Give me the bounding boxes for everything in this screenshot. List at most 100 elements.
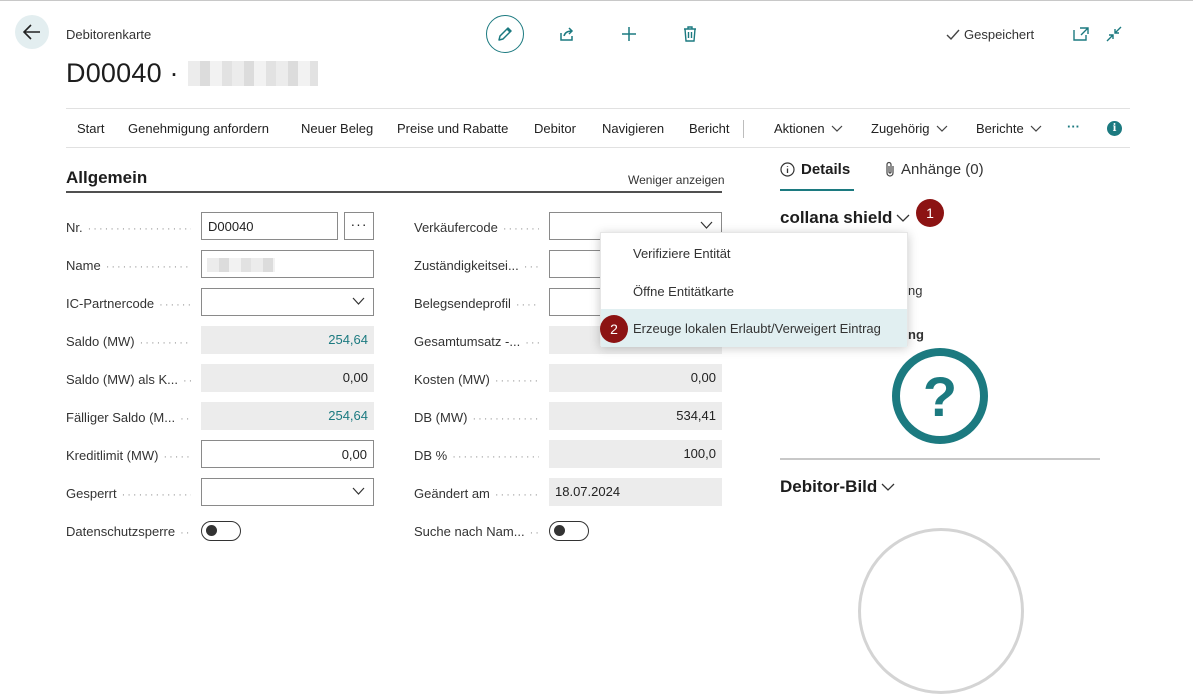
chevron-down-icon [881, 483, 895, 491]
context-menu: Verifiziere Entität Öffne Entitätkarte E… [600, 232, 908, 347]
menu-aktionen-label: Aktionen [774, 121, 825, 136]
chevron-down-icon [1030, 125, 1042, 132]
tab-details-label: Details [801, 161, 851, 178]
new-button[interactable] [618, 23, 640, 45]
share-icon [560, 27, 574, 41]
menu-item-create-allow-deny-entry[interactable]: Erzeuge lokalen Erlaubt/Verweigert Eintr… [601, 309, 907, 347]
field-label-belegsendeprofil: Belegsendeprofil························… [414, 296, 539, 311]
toggle-knob [554, 525, 565, 536]
customer-picture-dropdown[interactable]: Debitor-Bild [780, 477, 895, 497]
nr-assist-button[interactable]: ··· [344, 212, 374, 240]
info-icon[interactable]: i [1107, 121, 1122, 136]
field-label-nr: Nr.·························· [66, 220, 191, 235]
field-label-verkaeufercode: Verkäufercode·························· [414, 220, 539, 235]
factbox-title-dropdown[interactable]: collana shield [780, 208, 910, 228]
field-label-ic-partnercode: IC-Partnercode·························· [66, 296, 191, 311]
field-label-faelliger-saldo: Fälliger Saldo (M...····················… [66, 410, 191, 425]
checkmark-icon [946, 29, 960, 40]
menu-aktionen[interactable]: Aktionen [774, 121, 843, 136]
datenschutzsperre-toggle[interactable] [201, 521, 241, 541]
top-border [0, 0, 1193, 1]
menu-genehmigung[interactable]: Genehmigung anfordern [128, 121, 269, 136]
factbox-partial-text: ng [908, 283, 923, 298]
show-less-link[interactable]: Weniger anzeigen [628, 173, 725, 187]
field-label-datenschutzsperre: Datenschutzsperre·······················… [66, 524, 191, 539]
nr-input[interactable]: D00040 [201, 212, 338, 240]
more-options-button[interactable]: ··· [1067, 119, 1080, 134]
section-divider [66, 191, 722, 193]
field-label-name: Name·························· [66, 258, 191, 273]
ic-partnercode-dropdown[interactable] [201, 288, 374, 316]
saldo-value[interactable]: 254,64 [201, 326, 374, 354]
chevron-down-icon [831, 125, 843, 132]
active-tab-indicator [780, 189, 854, 191]
menu-debitor[interactable]: Debitor [534, 121, 576, 136]
suche-nach-name-toggle[interactable] [549, 521, 589, 541]
chevron-down-icon [352, 487, 365, 495]
step-badge-2: 2 [600, 315, 628, 343]
question-mark-icon: ? [892, 348, 988, 444]
menu-neuer-beleg[interactable]: Neuer Beleg [301, 121, 373, 136]
chevron-down-icon [936, 125, 947, 132]
menu-navigieren[interactable]: Navigieren [602, 121, 664, 136]
paperclip-icon [886, 161, 894, 177]
field-label-saldo-als: Saldo (MW) als K...·····················… [66, 372, 191, 387]
tab-details[interactable]: Details [780, 161, 850, 178]
factbox-partial-heading: ng [908, 327, 924, 342]
geaendert-am-value: 18.07.2024 [549, 478, 722, 506]
field-label-gesamtumsatz: Gesamtumsatz -...·······················… [414, 334, 539, 349]
menu-separator [743, 120, 744, 138]
edit-button[interactable] [486, 15, 524, 53]
arrow-left-icon [23, 24, 40, 40]
menu-bericht[interactable]: Bericht [689, 121, 729, 136]
menu-start[interactable]: Start [77, 121, 104, 136]
factbox-divider [780, 458, 1100, 460]
tab-attachments[interactable]: Anhänge (0) [884, 161, 984, 178]
collapse-icon [1106, 26, 1122, 42]
db-percent-value: 100,0 [549, 440, 722, 468]
chevron-down-icon [352, 297, 365, 305]
factbox-title: collana shield [780, 208, 893, 227]
share-button[interactable] [556, 23, 578, 45]
avatar-placeholder [858, 528, 1024, 694]
chevron-down-icon [700, 221, 713, 229]
open-new-window-button[interactable] [1070, 23, 1092, 45]
toggle-knob [206, 525, 217, 536]
kreditlimit-input[interactable]: 0,00 [201, 440, 374, 468]
field-label-geaendert-am: Geändert am·························· [414, 486, 539, 501]
delete-button[interactable] [679, 23, 701, 45]
menu-preise-rabatte[interactable]: Preise und Rabatte [397, 121, 508, 136]
field-label-kosten: Kosten (MW)·························· [414, 372, 539, 387]
step-badge-1: 1 [916, 199, 944, 227]
menu-item-verify-entity[interactable]: Verifiziere Entität [601, 234, 907, 272]
page-caption: Debitorenkarte [66, 27, 152, 42]
saved-label: Gespeichert [964, 27, 1035, 42]
field-label-db: DB (MW)·························· [414, 410, 539, 425]
section-title[interactable]: Allgemein [66, 168, 147, 188]
trash-icon [684, 26, 696, 42]
redacted-name-value [207, 258, 275, 272]
menu-zugehoerig-label: Zugehörig [871, 121, 930, 136]
tab-attachments-label: Anhänge (0) [901, 161, 984, 178]
menu-berichte[interactable]: Berichte [976, 121, 1042, 136]
collapse-button[interactable] [1103, 23, 1125, 45]
back-button[interactable] [15, 15, 49, 49]
field-label-gesperrt: Gesperrt·························· [66, 486, 191, 501]
page-title: D00040 · [66, 58, 179, 88]
saved-status: Gespeichert [946, 27, 1034, 42]
plus-icon [622, 27, 636, 41]
gesperrt-dropdown[interactable] [201, 478, 374, 506]
field-label-saldo: Saldo (MW)·························· [66, 334, 191, 349]
faelliger-saldo-value[interactable]: 254,64 [201, 402, 374, 430]
pencil-icon [498, 27, 512, 41]
kosten-value: 0,00 [549, 364, 722, 392]
field-label-zustaendigkeit: Zuständigkeitsei...·····················… [414, 258, 539, 273]
saldo-als-value: 0,00 [201, 364, 374, 392]
menu-item-open-entity-card[interactable]: Öffne Entitätkarte [601, 272, 907, 310]
chevron-down-icon [896, 214, 910, 222]
db-value: 534,41 [549, 402, 722, 430]
menu-zugehoerig[interactable]: Zugehörig [871, 121, 948, 136]
info-circle-icon [780, 162, 795, 177]
menu-berichte-label: Berichte [976, 121, 1024, 136]
field-label-db-percent: DB %·························· [414, 448, 539, 463]
